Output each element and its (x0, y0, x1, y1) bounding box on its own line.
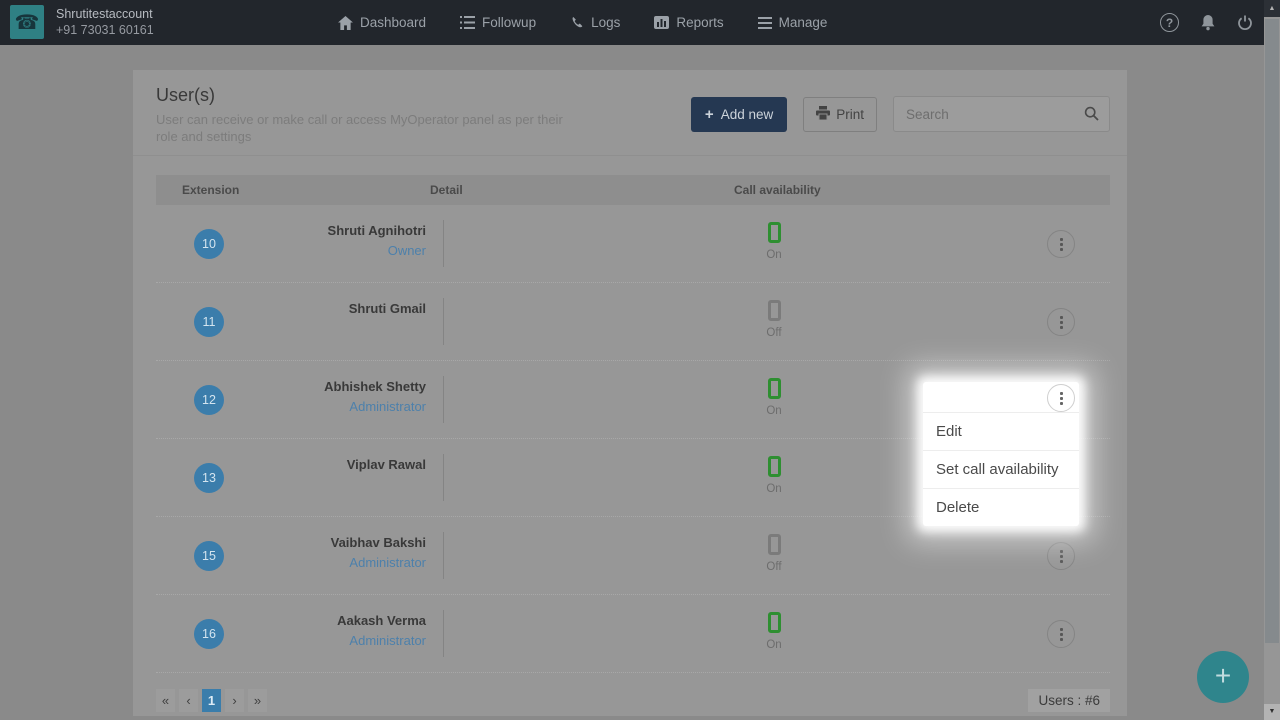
print-label: Print (836, 107, 864, 122)
account-brand[interactable]: ☎ Shrutitestaccount +91 73031 60161 (10, 5, 154, 39)
table-row: 15 Vaibhav Bakshi Administrator Off (156, 517, 1110, 595)
availability-phone-icon (768, 456, 781, 477)
detail-divider (443, 298, 444, 345)
user-name: Viplav Rawal (196, 457, 426, 472)
header-actions: + Add new Print (691, 96, 1110, 132)
nav-item-followup[interactable]: Followup (460, 15, 536, 30)
print-button[interactable]: Print (803, 97, 877, 132)
account-info: Shrutitestaccount +91 73031 60161 (56, 6, 154, 39)
table-header: Extension Detail Call availability (156, 175, 1110, 205)
user-role[interactable]: Owner (196, 243, 426, 258)
pagination-first-button[interactable]: « (156, 689, 175, 712)
row-actions-kebab-icon[interactable] (1047, 542, 1075, 570)
nav-label: Followup (482, 15, 536, 30)
search-input[interactable] (893, 96, 1110, 132)
navbar-utilities: ? (1160, 0, 1253, 45)
row-actions-kebab-icon[interactable] (1047, 308, 1075, 336)
power-logout-icon[interactable] (1237, 15, 1253, 31)
column-extension: Extension (182, 175, 239, 205)
nav-label: Reports (676, 15, 723, 30)
table-footer: « ‹ 1 › » Users : #6 (156, 689, 1110, 712)
user-name: Shruti Gmail (196, 301, 426, 316)
printer-icon (816, 106, 830, 123)
main-nav: Dashboard Followup Logs Reports Manage (338, 0, 827, 45)
search-box (893, 96, 1110, 132)
home-icon (338, 16, 353, 30)
page-subtitle: User can receive or make call or access … (156, 111, 576, 145)
user-name: Vaibhav Bakshi (196, 535, 426, 550)
nav-label: Manage (779, 15, 828, 30)
menu-icon (758, 17, 772, 29)
floating-add-button[interactable]: + (1197, 651, 1249, 703)
notifications-bell-icon[interactable] (1200, 14, 1216, 31)
nav-item-dashboard[interactable]: Dashboard (338, 15, 426, 30)
panel-header: User(s) User can receive or make call or… (133, 70, 1127, 156)
detail-divider (443, 610, 444, 657)
availability-phone-icon (768, 612, 781, 633)
page-title: User(s) (156, 85, 215, 106)
nav-item-reports[interactable]: Reports (654, 15, 723, 30)
nav-label: Dashboard (360, 15, 426, 30)
availability-phone-icon (768, 222, 781, 243)
availability-phone-icon (768, 300, 781, 321)
user-role[interactable]: Administrator (196, 399, 426, 414)
table-row: 11 Shruti Gmail Off (156, 283, 1110, 361)
scrollbar-up-arrow-icon[interactable]: ▲ (1264, 0, 1280, 17)
users-count-badge: Users : #6 (1028, 689, 1110, 712)
detail-divider (443, 454, 444, 501)
column-detail: Detail (430, 175, 463, 205)
availability-phone-icon (768, 534, 781, 555)
page-scrollbar[interactable]: ▲ ▼ (1264, 0, 1280, 720)
user-name: Shruti Agnihotri (196, 223, 426, 238)
nav-item-manage[interactable]: Manage (758, 15, 828, 30)
row-actions-kebab-icon[interactable] (1047, 230, 1075, 258)
nav-item-logs[interactable]: Logs (570, 15, 620, 30)
availability-label: On (749, 483, 799, 495)
availability-label: Off (749, 327, 799, 339)
menu-item-set-call-availability[interactable]: Set call availability (923, 450, 1079, 488)
bar-chart-icon (654, 16, 669, 29)
pagination-next-button[interactable]: › (225, 689, 244, 712)
pagination-page-1[interactable]: 1 (202, 689, 221, 712)
pagination-prev-button[interactable]: ‹ (179, 689, 198, 712)
table-row: 16 Aakash Verma Administrator On (156, 595, 1110, 673)
detail-divider (443, 376, 444, 423)
user-role[interactable]: Administrator (196, 555, 426, 570)
add-new-button[interactable]: + Add new (691, 97, 787, 132)
active-kebab-icon[interactable] (1047, 384, 1075, 412)
account-name: Shrutitestaccount (56, 6, 154, 22)
nav-label: Logs (591, 15, 620, 30)
row-context-menu: Edit Set call availability Delete (923, 382, 1079, 526)
availability-label: On (749, 249, 799, 261)
myoperator-logo-icon: ☎ (10, 5, 44, 39)
scrollbar-down-arrow-icon[interactable]: ▼ (1264, 704, 1280, 720)
user-name: Aakash Verma (196, 613, 426, 628)
row-actions-kebab-icon[interactable] (1047, 620, 1075, 648)
user-name: Abhishek Shetty (196, 379, 426, 394)
detail-divider (443, 220, 444, 267)
search-icon[interactable] (1084, 106, 1099, 126)
detail-divider (443, 532, 444, 579)
top-navbar: ☎ Shrutitestaccount +91 73031 60161 Dash… (0, 0, 1280, 45)
phone-icon (570, 16, 584, 30)
pagination: « ‹ 1 › » (156, 689, 267, 712)
availability-label: On (749, 405, 799, 417)
menu-item-delete[interactable]: Delete (923, 488, 1079, 526)
availability-label: Off (749, 561, 799, 573)
help-icon[interactable]: ? (1160, 13, 1179, 32)
pagination-last-button[interactable]: » (248, 689, 267, 712)
account-phone: +91 73031 60161 (56, 22, 154, 38)
availability-phone-icon (768, 378, 781, 399)
column-call-availability: Call availability (734, 175, 821, 205)
plus-icon: + (705, 106, 714, 123)
menu-item-edit[interactable]: Edit (923, 412, 1079, 450)
add-new-label: Add new (721, 107, 774, 122)
table-row: 10 Shruti Agnihotri Owner On (156, 205, 1110, 283)
user-role[interactable]: Administrator (196, 633, 426, 648)
availability-label: On (749, 639, 799, 651)
scrollbar-thumb[interactable] (1265, 19, 1279, 643)
list-icon (460, 16, 475, 29)
